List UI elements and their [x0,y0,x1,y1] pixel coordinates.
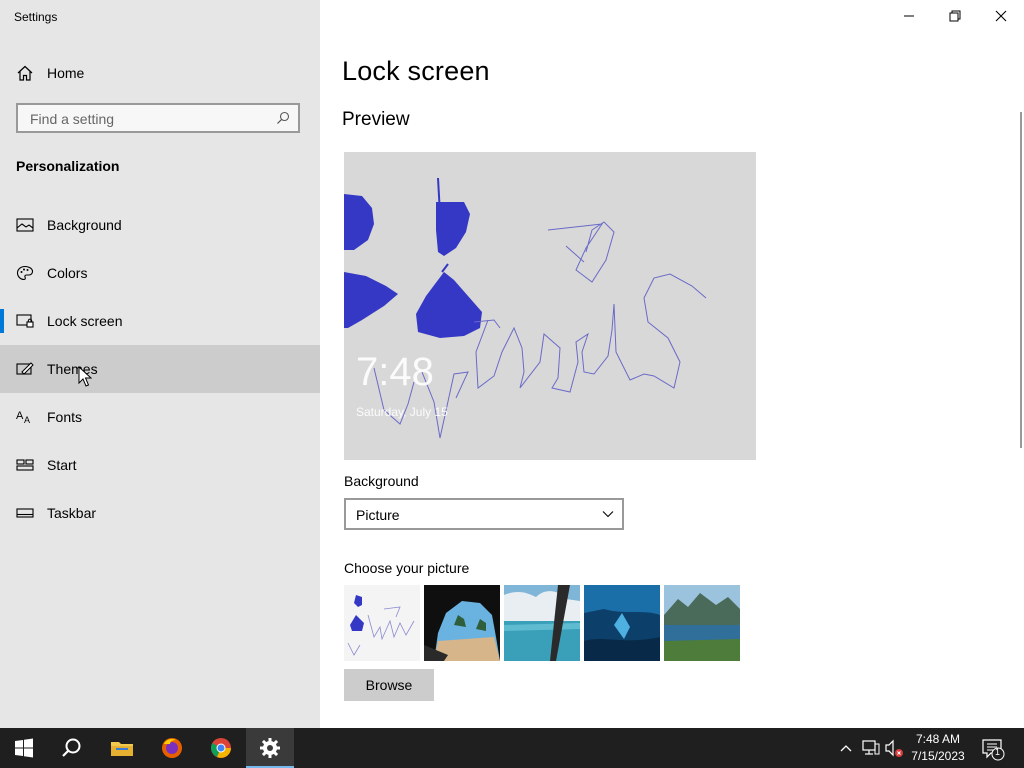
sidebar-item-colors[interactable]: Colors [0,249,320,297]
main-content: Lock screen Preview 7:48 Saturday, July … [320,0,1024,728]
search-taskbar-button[interactable] [48,728,96,768]
search-input[interactable] [28,105,272,133]
chrome-button[interactable] [197,728,245,768]
close-button[interactable] [978,0,1024,32]
firefox-icon [162,738,182,758]
clock-time: 7:48 AM [915,732,961,746]
network-icon[interactable] [862,728,880,768]
restore-icon [949,10,961,22]
sidebar-item-label: Colors [47,265,88,281]
search-box[interactable] [16,103,300,133]
start-icon [16,459,34,471]
windows-icon [15,738,33,758]
scrollbar[interactable] [1020,112,1022,448]
mountain-lake-thumbnail [664,585,740,661]
svg-text:A: A [24,415,30,425]
app-title: Settings [14,10,58,24]
folder-icon [111,742,133,756]
gear-icon [260,738,280,758]
sidebar-item-fonts[interactable]: A A Fonts [0,393,320,441]
sidebar-item-label: Lock screen [47,313,123,329]
fonts-icon: A A [16,410,30,425]
preview-time: 7:48 [356,350,434,394]
firefox-button[interactable] [148,728,196,768]
selected-indicator [0,309,4,333]
sidebar-item-label: Background [47,217,122,233]
taskbar-clock[interactable]: 7:48 AM 7/15/2023 [900,731,976,765]
svg-text:A: A [16,410,24,422]
choose-picture-label: Choose your picture [344,560,470,576]
search-icon [62,738,81,757]
page-title: Lock screen [342,56,490,86]
lake-clouds-thumbnail [504,585,580,661]
sidebar-item-lock-screen[interactable]: Lock screen [0,297,320,345]
home-label: Home [47,65,85,81]
mouse-cursor-icon [78,366,92,387]
lock-screen-preview: 7:48 Saturday, July 15 [344,152,756,460]
underwater-thumbnail [584,585,660,661]
sidebar-item-label: Fonts [47,409,83,425]
picture-icon [16,218,34,232]
background-label: Background [344,473,419,489]
minimize-button[interactable] [886,0,932,32]
start-button[interactable] [0,728,48,768]
minimize-icon [904,15,914,17]
sidebar-item-label: Taskbar [47,505,97,521]
notification-count: 1 [995,747,1001,757]
themes-icon [16,362,34,375]
notification-icon [982,739,1005,761]
clock-date: 7/15/2023 [911,749,965,763]
sidebar-item-label: Start [47,457,77,473]
settings-sidebar: Settings Home Personalization Background… [0,0,320,728]
home-nav-item[interactable]: Home [0,58,320,88]
taskbar-icon [16,508,34,518]
file-explorer-button[interactable] [98,728,146,768]
settings-taskbar-button[interactable] [246,728,294,768]
picture-thumbnail-5[interactable] [664,585,740,661]
cave-beach-thumbnail [424,585,500,661]
home-icon [17,65,33,81]
picture-thumbnail-2[interactable] [424,585,500,661]
close-icon [995,10,1007,22]
picture-thumbnail-4[interactable] [584,585,660,661]
preview-date: Saturday, July 15 [356,405,448,419]
section-title: Personalization [16,158,120,174]
chrome-icon [211,738,231,758]
search-icon[interactable] [276,111,290,125]
show-hidden-icons-icon[interactable] [838,728,854,768]
palette-icon [16,265,34,281]
sidebar-item-themes[interactable]: Themes [0,345,320,393]
restore-button[interactable] [932,0,978,32]
sidebar-item-start[interactable]: Start [0,441,320,489]
chevron-down-icon [602,511,614,518]
background-dropdown[interactable]: Picture [344,498,624,530]
background-dropdown-value: Picture [356,507,400,523]
preview-heading: Preview [342,109,410,130]
taskbar: 7:48 AM 7/15/2023 1 [0,728,1024,768]
lock-screen-icon [16,314,34,328]
sketch-thumbnail [347,595,415,656]
sidebar-item-taskbar[interactable]: Taskbar [0,489,320,537]
picture-thumbnail-3[interactable] [504,585,580,661]
action-center-button[interactable]: 1 [980,728,1006,768]
browse-button[interactable]: Browse [344,669,434,701]
sidebar-item-background[interactable]: Background [0,201,320,249]
picture-thumbnail-1[interactable] [344,585,420,661]
